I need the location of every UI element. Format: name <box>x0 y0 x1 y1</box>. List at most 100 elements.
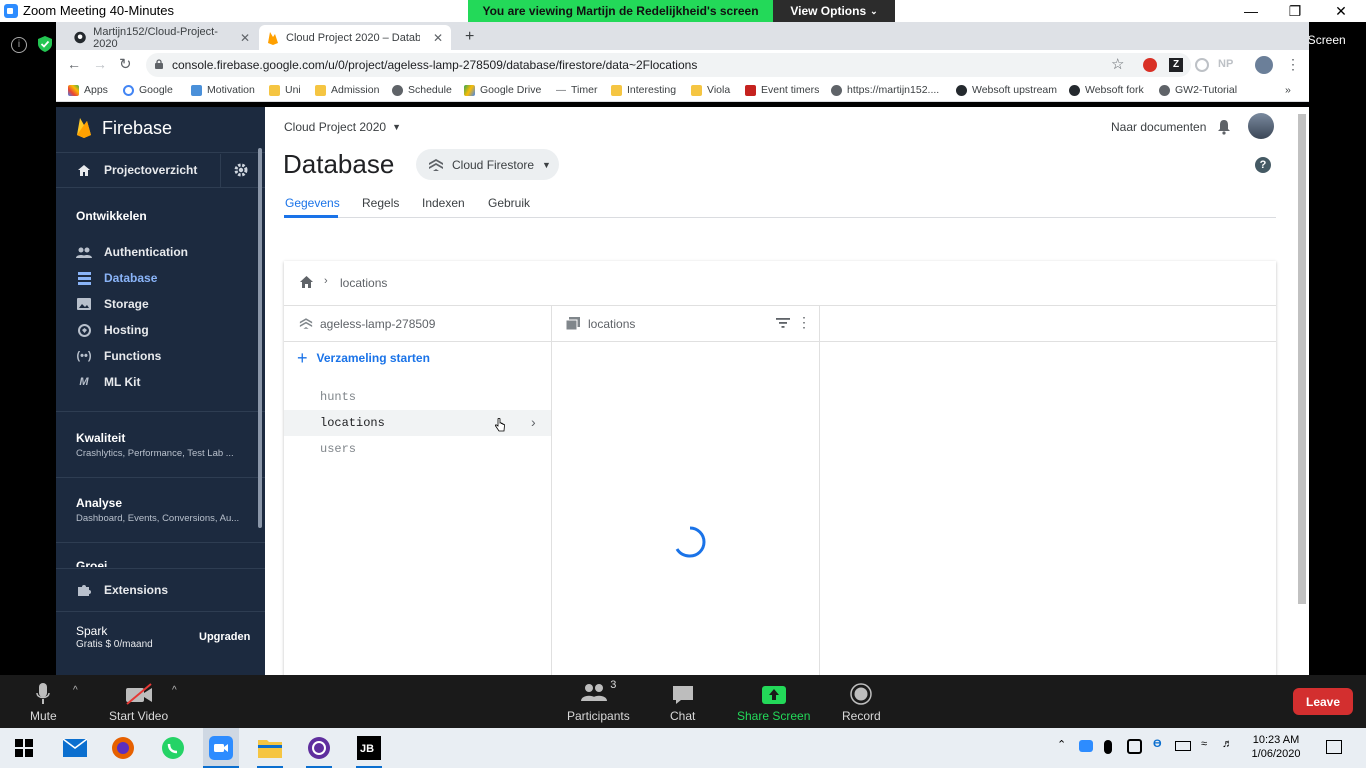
sidebar-item-database[interactable]: Database <box>76 271 157 285</box>
bookmark-event-timers[interactable]: Event timers <box>745 84 819 96</box>
section-quality[interactable]: Kwaliteit <box>76 431 125 445</box>
project-selector[interactable]: Cloud Project 2020 ▼ <box>284 120 401 134</box>
bookmark-websoft-upstream[interactable]: Websoft upstream <box>956 84 1057 96</box>
upgrade-button[interactable]: Upgraden <box>199 631 250 643</box>
bookmark-star-icon[interactable]: ☆ <box>1111 55 1124 73</box>
sidebar-scrollbar[interactable] <box>258 148 262 528</box>
file-explorer-icon[interactable] <box>257 735 283 761</box>
adblock-icon[interactable] <box>1143 58 1157 72</box>
sidebar-item-mlkit[interactable]: M ML Kit <box>76 375 140 389</box>
browser-tab-github[interactable]: Martijn152/Cloud-Project-2020 ✕ <box>66 25 258 50</box>
tray-defender-icon[interactable] <box>1127 739 1142 754</box>
more-vert-icon[interactable]: ⋮ <box>797 314 811 331</box>
tray-wifi-icon[interactable]: ≈ <box>1201 738 1207 750</box>
shield-icon[interactable] <box>36 35 54 53</box>
app-circle-icon[interactable] <box>306 735 332 761</box>
record-button[interactable]: Record <box>842 679 881 723</box>
bookmark-motivation[interactable]: Motivation <box>191 84 255 96</box>
extension-icon[interactable] <box>1195 58 1209 72</box>
tray-bluetooth-icon[interactable]: ϴ <box>1153 738 1162 750</box>
tab-rules[interactable]: Regels <box>362 196 399 210</box>
page-scrollbar[interactable] <box>1298 114 1306 604</box>
bookmark-admission[interactable]: Admission <box>315 84 379 96</box>
close-window-button[interactable]: ✕ <box>1318 0 1364 22</box>
section-analytics[interactable]: Analyse <box>76 496 122 510</box>
collection-item-locations[interactable]: locations › <box>284 410 551 436</box>
start-collection-button[interactable]: + Verzameling starten <box>297 349 430 367</box>
sidebar-item-functions[interactable]: (••) Functions <box>76 349 161 363</box>
zoom-app-icon[interactable] <box>208 735 234 761</box>
bookmark-apps[interactable]: Apps <box>68 84 108 96</box>
sidebar-item-storage[interactable]: Storage <box>76 297 149 311</box>
section-develop[interactable]: Ontwikkelen <box>76 209 147 223</box>
mute-button[interactable]: Mute <box>30 679 57 723</box>
forward-button[interactable]: → <box>93 56 107 72</box>
home-icon[interactable] <box>299 275 314 289</box>
chrome-menu-icon[interactable]: ⋮ <box>1286 56 1300 73</box>
filter-icon[interactable] <box>776 318 790 328</box>
bookmark-interesting[interactable]: Interesting <box>611 84 676 96</box>
whatsapp-icon[interactable] <box>160 735 186 761</box>
more-bookmarks-icon[interactable]: » <box>1285 84 1291 96</box>
leave-meeting-button[interactable]: Leave <box>1293 688 1353 715</box>
windows-start-icon[interactable] <box>11 735 37 761</box>
share-screen-button[interactable]: Share Screen <box>737 679 810 723</box>
help-icon[interactable]: ? <box>1255 157 1271 173</box>
minimize-button[interactable]: — <box>1228 0 1274 22</box>
tray-microphone-icon[interactable] <box>1104 740 1112 754</box>
bookmark-google-drive[interactable]: Google Drive <box>464 84 541 96</box>
tab-data[interactable]: Gegevens <box>285 196 340 210</box>
bookmark-gw2-tutorial[interactable]: GW2-Tutorial <box>1159 84 1237 96</box>
new-tab-button[interactable]: + <box>465 28 474 46</box>
sidebar-item-extensions[interactable]: Extensions <box>76 583 168 597</box>
audio-options-chevron-icon[interactable]: ^ <box>73 685 78 696</box>
tray-chevron-icon[interactable]: ⌃ <box>1057 738 1066 751</box>
breadcrumb-collection[interactable]: locations <box>340 276 387 290</box>
np-extension-icon[interactable]: NP <box>1218 58 1233 70</box>
back-button[interactable]: ← <box>67 56 81 72</box>
participants-button[interactable]: 3 Participants <box>567 679 630 723</box>
info-icon[interactable]: i <box>11 37 27 53</box>
profile-avatar[interactable] <box>1255 56 1273 74</box>
settings-gear-icon[interactable] <box>233 162 249 178</box>
bookmark-schedule[interactable]: Schedule <box>392 84 452 96</box>
notifications-bell-icon[interactable] <box>1217 119 1231 135</box>
tray-zoom-icon[interactable] <box>1079 740 1093 752</box>
bookmark-websoft-fork[interactable]: Websoft fork <box>1069 84 1144 96</box>
collection-item-hunts[interactable]: hunts <box>320 390 356 404</box>
firebase-brand[interactable]: Firebase <box>76 117 172 139</box>
browser-tab-firebase[interactable]: Cloud Project 2020 – Database ✕ <box>259 25 451 50</box>
action-center-icon[interactable] <box>1326 740 1342 754</box>
view-options-button[interactable]: View Options ⌄ <box>773 0 895 22</box>
zotero-icon[interactable]: Z <box>1169 58 1183 72</box>
tab-usage[interactable]: Gebruik <box>488 196 530 210</box>
firefox-icon[interactable] <box>110 735 136 761</box>
restore-button[interactable]: ❐ <box>1272 0 1318 22</box>
bookmark-google[interactable]: Google <box>123 84 173 96</box>
collection-item-users[interactable]: users <box>320 442 356 456</box>
tray-battery-icon[interactable] <box>1175 741 1191 751</box>
clock[interactable]: 10:23 AM 1/06/2020 <box>1248 734 1304 760</box>
close-tab-icon[interactable]: ✕ <box>433 31 443 45</box>
docs-link[interactable]: Naar documenten <box>1111 120 1206 134</box>
project-overview-link[interactable]: Projectoverzicht <box>76 163 197 177</box>
section-grow[interactable]: Groei <box>76 559 107 567</box>
bookmark-viola[interactable]: Viola <box>691 84 730 96</box>
tab-indexes[interactable]: Indexen <box>422 196 465 210</box>
bookmark-uni[interactable]: Uni <box>269 84 301 96</box>
close-tab-icon[interactable]: ✕ <box>240 31 250 45</box>
bookmark-martijn-site[interactable]: https://martijn152.... <box>831 84 939 96</box>
reload-button[interactable]: ↻ <box>119 55 132 73</box>
chat-button[interactable]: Chat <box>670 679 695 723</box>
tray-volume-icon[interactable]: ♬ <box>1222 738 1233 750</box>
bookmark-timer[interactable]: — Timer <box>556 84 597 96</box>
video-options-chevron-icon[interactable]: ^ <box>172 685 177 696</box>
sidebar-item-authentication[interactable]: Authentication <box>76 245 188 259</box>
lock-icon[interactable] <box>155 59 163 69</box>
account-avatar[interactable] <box>1248 113 1274 139</box>
start-video-button[interactable]: Start Video <box>109 679 168 723</box>
jetbrains-icon[interactable]: JB <box>356 735 382 761</box>
sidebar-item-hosting[interactable]: Hosting <box>76 323 149 337</box>
database-type-selector[interactable]: Cloud Firestore ▼ <box>416 149 559 180</box>
mail-icon[interactable] <box>62 735 88 761</box>
